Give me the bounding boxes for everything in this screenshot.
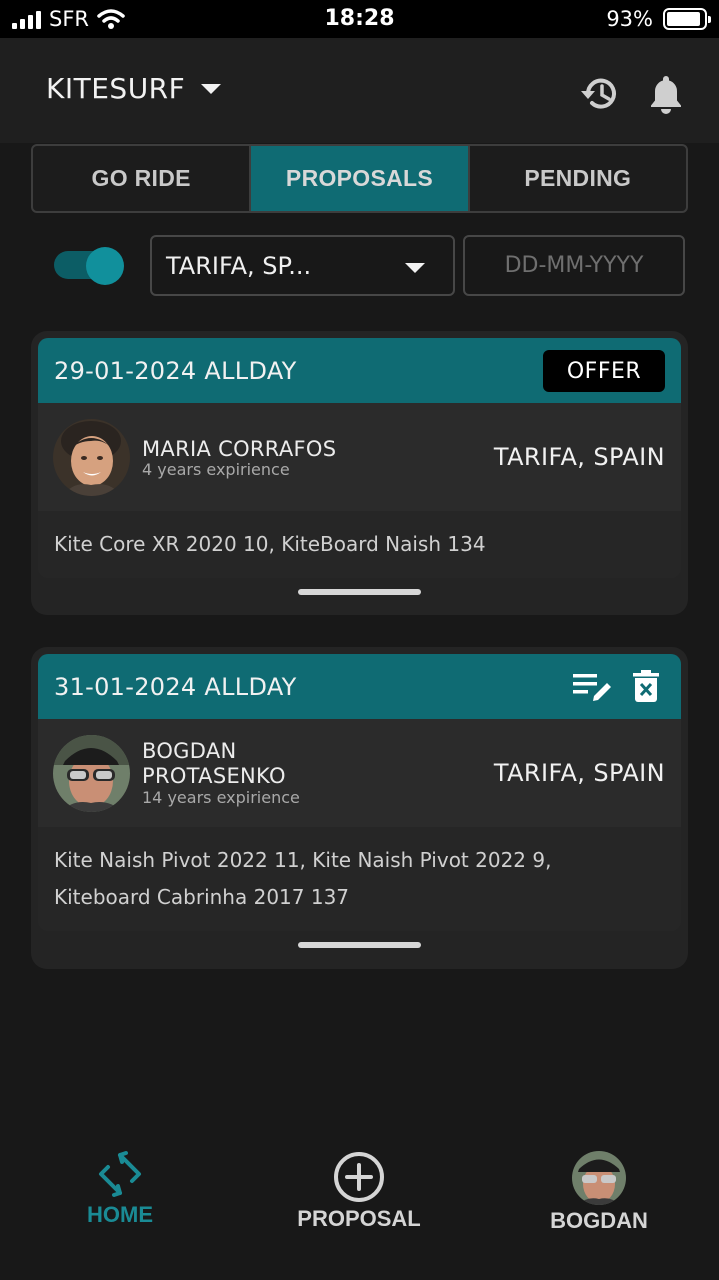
equipment-text: Kite Core XR 2020 10, KiteBoard Naish 13… [54,532,486,556]
offer-button[interactable]: OFFER [543,350,665,392]
toggle-knob [86,247,124,285]
person-location: TARIFA, SPAIN [493,759,665,787]
equipment-line: Kiteboard Cabrinha 2017 137 [54,885,350,909]
tab-proposals[interactable]: PROPOSALS [251,146,470,211]
card-date: 29-01-2024 ALLDAY [54,356,297,385]
nav-home[interactable]: HOME [20,1150,220,1228]
person-experience: 14 years expirience [142,788,300,807]
card-content: 31-01-2024 ALLDAY BOGDAN PROTASENKO 14 y… [38,654,681,931]
avatar[interactable] [53,419,130,496]
chevron-down-icon [201,83,222,94]
person-last-name: PROTASENKO [142,764,286,788]
chevron-down-icon [405,263,425,273]
card-body: BOGDAN PROTASENKO 14 years expirience TA… [38,719,681,827]
nav-proposal-label: PROPOSAL [297,1206,421,1231]
person-name: MARIA CORRAFOS [142,437,337,461]
location-value: TARIFA, SP... [166,251,312,280]
tab-go-ride[interactable]: GO RIDE [33,146,252,211]
history-icon[interactable] [578,72,622,116]
status-bar: SFR 18:28 93% [0,0,719,38]
nav-home-label: HOME [87,1202,153,1227]
sport-label: KITESURF [46,72,186,105]
equipment-line: Kite Naish Pivot 2022 11, Kite Naish Piv… [54,848,552,872]
add-circle-icon [334,1152,384,1202]
person-location: TARIFA, SPAIN [493,443,665,471]
person-first-name: BOGDAN [142,739,237,763]
drag-handle[interactable] [298,589,421,595]
tab-pending[interactable]: PENDING [470,146,686,211]
nav-proposal[interactable]: PROPOSAL [259,1150,459,1232]
bottom-nav: HOME PROPOSAL BOGDAN [0,1130,719,1280]
card-body: MARIA CORRAFOS 4 years expirience TARIFA… [38,403,681,511]
drag-handle[interactable] [298,942,421,948]
person-experience: 4 years expirience [142,460,290,479]
nav-profile-label: BOGDAN [550,1208,648,1233]
equipment-list: Kite Naish Pivot 2022 11, Kite Naish Piv… [38,827,681,931]
avatar[interactable] [53,735,130,812]
delete-icon[interactable] [633,670,659,702]
card-header: 31-01-2024 ALLDAY [38,654,681,719]
app-header: KITESURF [0,38,719,143]
bell-icon[interactable] [644,72,688,116]
status-right: 93% [606,7,711,31]
swap-icon [99,1151,141,1197]
equipment-list: Kite Core XR 2020 10, KiteBoard Naish 13… [38,511,681,578]
nav-profile[interactable]: BOGDAN [499,1150,699,1234]
tab-bar: GO RIDE PROPOSALS PENDING [31,144,688,213]
avatar-image [53,735,130,812]
edit-list-icon[interactable] [573,671,613,705]
sport-selector[interactable]: KITESURF [46,72,222,105]
date-field[interactable] [463,235,685,296]
card-date: 31-01-2024 ALLDAY [54,672,297,701]
location-dropdown[interactable]: TARIFA, SP... [150,235,455,296]
battery-percent: 93% [606,7,653,31]
proposal-card: 29-01-2024 ALLDAY OFFER MARIA CORRAFOS 4… [31,331,688,615]
card-header: 29-01-2024 ALLDAY OFFER [38,338,681,403]
avatar [572,1151,626,1205]
battery-icon [663,8,711,30]
card-content: 29-01-2024 ALLDAY OFFER MARIA CORRAFOS 4… [38,338,681,578]
avatar-image [53,419,130,496]
proposal-card: 31-01-2024 ALLDAY BOGDAN PROTASENKO 14 y… [31,647,688,969]
person-name: BOGDAN PROTASENKO [142,739,286,789]
filter-toggle[interactable] [54,247,126,285]
